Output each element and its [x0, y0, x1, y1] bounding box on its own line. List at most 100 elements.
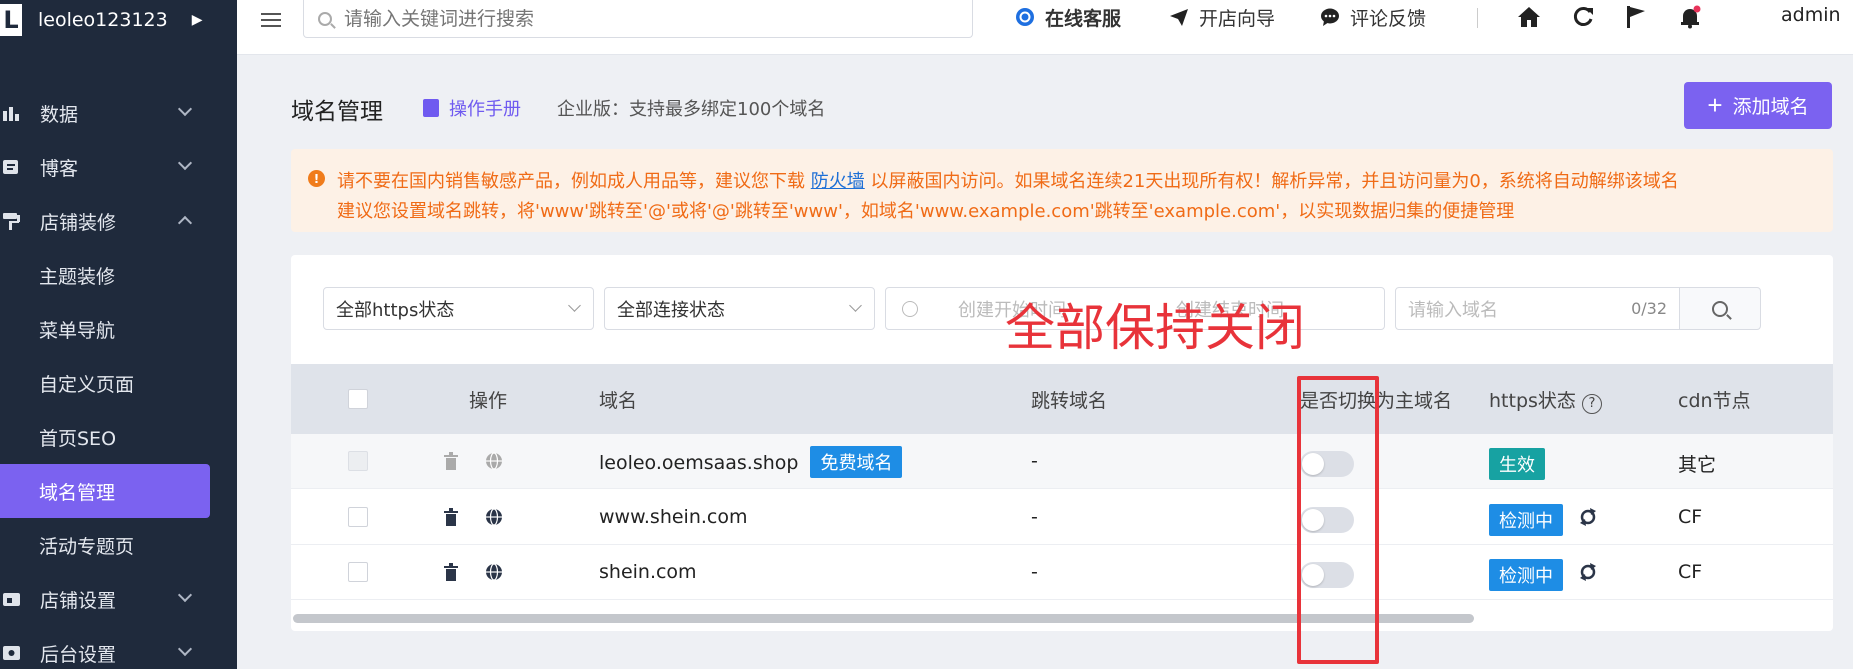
trash-icon[interactable]: [441, 562, 461, 582]
sidebar-subitem-home-seo[interactable]: 首页SEO: [0, 410, 237, 464]
warning-text: 请不要在国内销售敏感产品，例如成人用品等，建议您下载: [337, 171, 811, 192]
cdn-cell: CF: [1678, 506, 1703, 528]
globe-icon[interactable]: [484, 507, 504, 527]
sidebar-item-admin-settings[interactable]: 后台设置: [0, 626, 237, 669]
domain-input-placeholder: 请输入域名: [1408, 299, 1498, 321]
edit-icon: [2, 158, 22, 176]
clock-icon: [902, 300, 918, 317]
search-icon: [1712, 300, 1728, 317]
row-checkbox[interactable]: [348, 507, 368, 527]
search-button[interactable]: [1679, 287, 1761, 330]
redirect-cell: -: [1031, 561, 1038, 583]
comment-icon: [1320, 7, 1340, 27]
sidebar-item-label: 数据: [40, 103, 79, 126]
home-icon[interactable]: [1516, 4, 1542, 30]
menu-toggle-icon[interactable]: [261, 9, 281, 31]
table-row: leoleo.oemsaas.shop 免费域名 - 生效 其它: [291, 434, 1833, 489]
trash-icon[interactable]: [441, 507, 461, 527]
https-status-badge: 检测中: [1489, 559, 1563, 591]
annotation-highlight-box: [1297, 376, 1379, 664]
https-status-select[interactable]: 全部https状态: [323, 287, 594, 330]
cdn-cell: 其它: [1678, 454, 1717, 476]
redirect-cell: -: [1031, 506, 1038, 528]
add-domain-button[interactable]: + 添加域名: [1684, 82, 1832, 129]
cdn-cell: CF: [1678, 561, 1703, 583]
brand-logo: L: [0, 4, 22, 36]
feedback-link[interactable]: 评论反馈: [1320, 0, 1426, 34]
caret-right-icon: ▶: [191, 12, 203, 28]
page-title: 域名管理: [291, 99, 383, 125]
domain-name: www.shein.com: [599, 506, 748, 528]
bar-chart-icon: [2, 104, 22, 122]
char-count: 0/32: [1631, 299, 1667, 318]
book-icon: [423, 99, 439, 117]
chevron-down-icon: [177, 587, 193, 603]
sidebar-item-label: 后台设置: [40, 643, 117, 666]
search-icon: [318, 11, 332, 26]
store-guide-link[interactable]: 开店向导: [1169, 0, 1275, 34]
sidebar-item-label: 博客: [40, 157, 79, 180]
store-name: leoleo123123: [38, 9, 168, 31]
column-redirect: 跳转域名: [1031, 390, 1108, 412]
exclamation-icon: !: [308, 170, 325, 187]
recheck-icon[interactable]: [1579, 563, 1597, 586]
topbar: 在线客服 开店向导 评论反馈 admin: [237, 0, 1853, 55]
connection-status-select[interactable]: 全部连接状态: [604, 287, 875, 330]
https-header-label: https状态: [1489, 390, 1576, 412]
sidebar: L leoleo123123 ▶ 数据 博客 店铺装修 主题装修 菜单导航 自定…: [0, 0, 237, 669]
sidebar-item-store-decoration[interactable]: 店铺装修: [0, 194, 237, 248]
warning-text: 以屏蔽国内访问。如果域名连续21天出现所有权！解析异常，并且访问量为0，系统将自…: [864, 171, 1679, 192]
sidebar-subitem-campaign-page[interactable]: 活动专题页: [0, 518, 237, 572]
table-header: 操作 域名 跳转域名 是否切换为主域名 https状态 ? cdn节点: [291, 364, 1833, 434]
firewall-link[interactable]: 防火墙: [811, 171, 865, 192]
warning-alert: ! 请不要在国内销售敏感产品，例如成人用品等，建议您下载 防火墙 以屏蔽国内访问…: [291, 149, 1833, 232]
store-guide-label: 开店向导: [1199, 7, 1276, 30]
column-cdn: cdn节点: [1678, 390, 1751, 412]
sidebar-item-label: 店铺设置: [40, 589, 117, 612]
online-service-label: 在线客服: [1045, 7, 1122, 30]
user-menu[interactable]: admin: [1781, 4, 1841, 26]
row-checkbox[interactable]: [348, 562, 368, 582]
sidebar-subitem-custom-page[interactable]: 自定义页面: [0, 356, 237, 410]
feedback-label: 评论反馈: [1350, 7, 1427, 30]
domain-table-card: 全部https状态 全部连接状态 创建开始时间 创建结束时间 请输入域名 0/3…: [291, 255, 1833, 631]
select-all-checkbox[interactable]: [348, 389, 368, 409]
domain-name: shein.com: [599, 561, 697, 583]
divider: [1477, 8, 1478, 28]
domain-search-input[interactable]: 请输入域名 0/32: [1395, 287, 1680, 330]
refresh-icon[interactable]: [1570, 4, 1596, 30]
manual-link[interactable]: 操作手册: [423, 95, 521, 121]
sidebar-item-data[interactable]: 数据: [0, 86, 237, 140]
column-action: 操作: [469, 390, 508, 412]
chevron-down-icon: [568, 299, 581, 312]
https-status-badge: 检测中: [1489, 504, 1563, 536]
edition-info: 企业版：支持最多绑定100个域名: [557, 99, 826, 120]
bell-icon[interactable]: [1677, 4, 1703, 30]
trash-icon: [441, 451, 461, 471]
recheck-icon[interactable]: [1579, 508, 1597, 531]
redirect-cell: -: [1031, 450, 1038, 472]
brand[interactable]: L leoleo123123 ▶: [0, 0, 237, 40]
global-search: [303, 0, 973, 38]
help-icon[interactable]: ?: [1581, 394, 1602, 414]
search-input[interactable]: [344, 7, 944, 30]
sidebar-subitem-menu-nav[interactable]: 菜单导航: [0, 302, 237, 356]
row-checkbox: [348, 451, 368, 471]
chevron-down-icon: [177, 155, 193, 171]
chevron-down-icon: [177, 101, 193, 117]
sidebar-item-label: 店铺装修: [40, 211, 117, 234]
online-service-link[interactable]: 在线客服: [1015, 0, 1121, 34]
settings-icon: [2, 644, 22, 662]
flag-icon[interactable]: [1623, 4, 1649, 30]
sidebar-item-store-settings[interactable]: 店铺设置: [0, 572, 237, 626]
sidebar-item-blog[interactable]: 博客: [0, 140, 237, 194]
warning-line-1: 请不要在国内销售敏感产品，例如成人用品等，建议您下载 防火墙 以屏蔽国内访问。如…: [337, 167, 1679, 193]
domain-cell: leoleo.oemsaas.shop 免费域名: [599, 446, 903, 478]
sidebar-subitem-domain-management[interactable]: 域名管理: [0, 464, 210, 518]
sidebar-menu: 数据 博客 店铺装修 主题装修 菜单导航 自定义页面 首页SEO 域名管理 活动…: [0, 86, 237, 669]
sidebar-subitem-theme[interactable]: 主题装修: [0, 248, 237, 302]
plus-icon: +: [1707, 90, 1723, 120]
paper-plane-icon: [1169, 7, 1189, 27]
chevron-down-icon: [849, 299, 862, 312]
globe-icon[interactable]: [484, 562, 504, 582]
